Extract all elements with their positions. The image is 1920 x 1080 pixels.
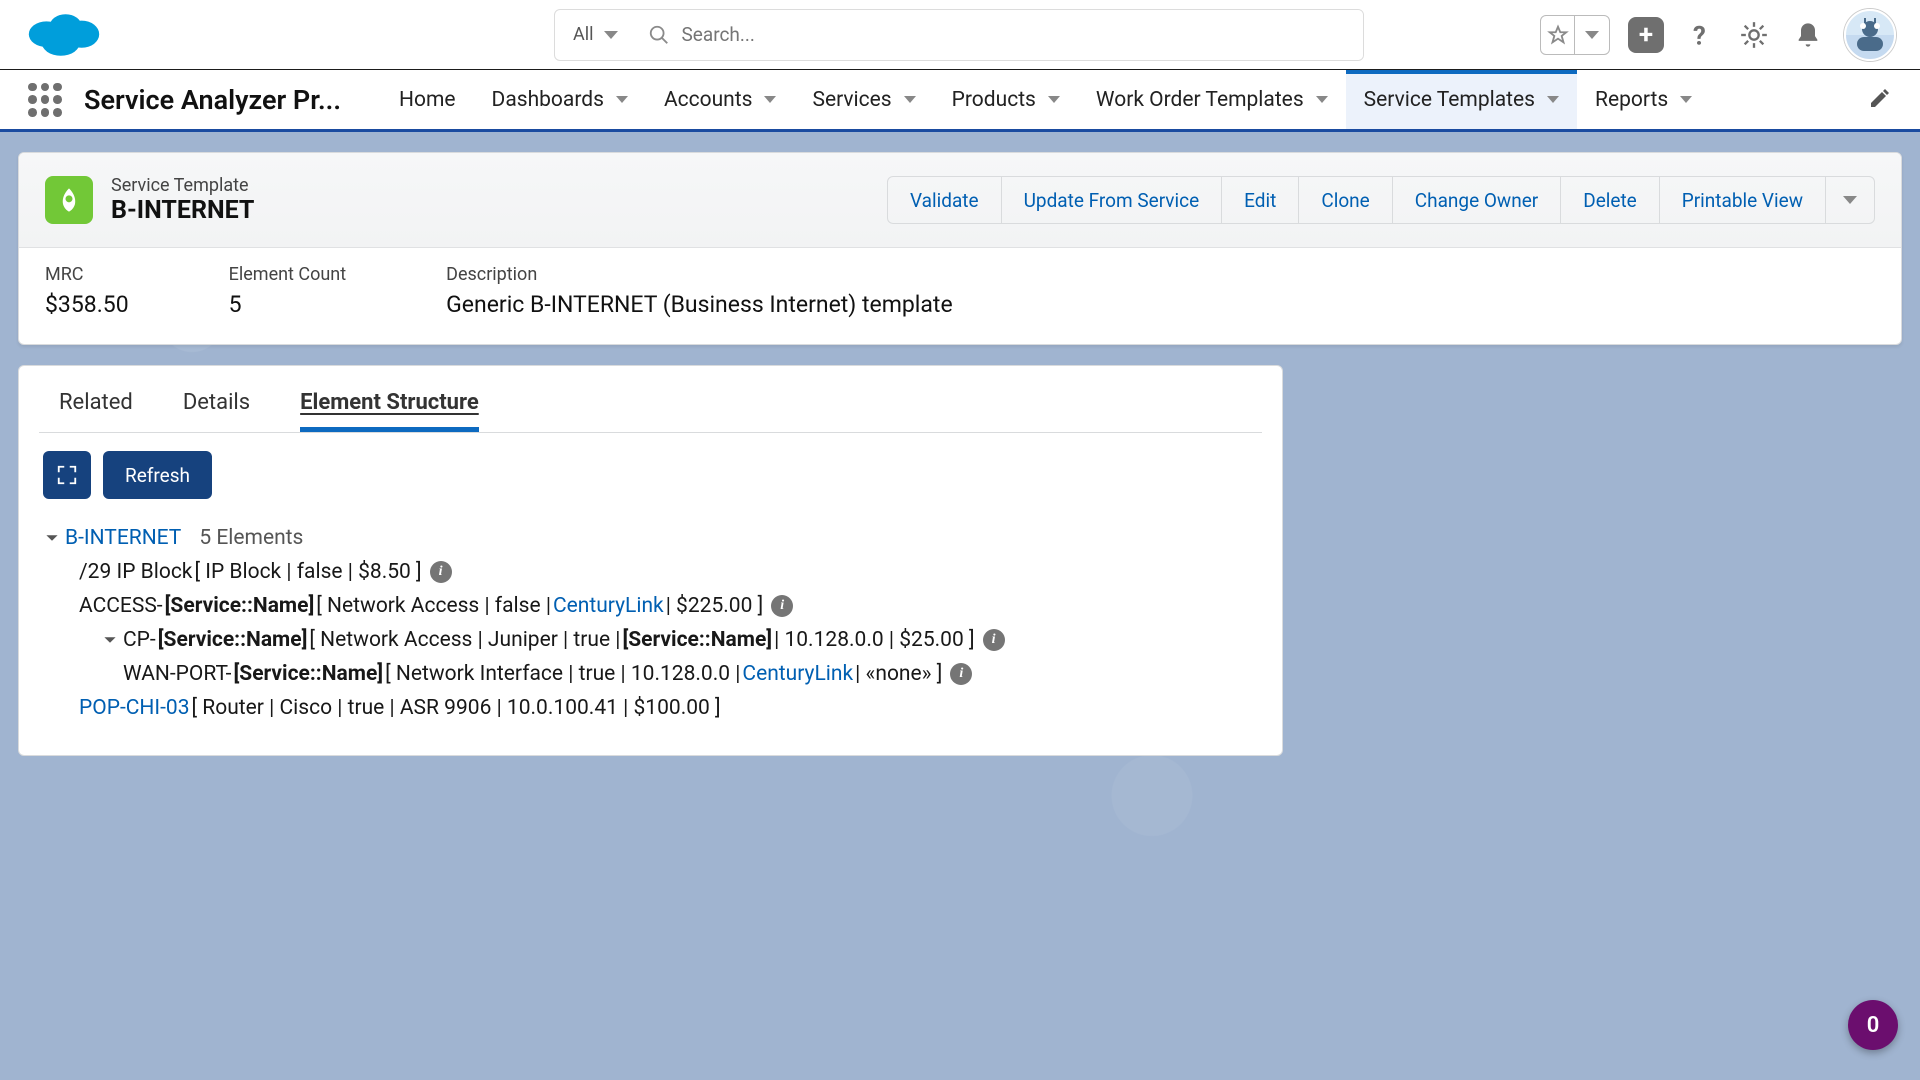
tree-item-cp: CP- [Service::Name] [ Network Access | J… (43, 623, 1258, 657)
setup-gear-icon[interactable] (1736, 17, 1772, 53)
global-header: All + ? (0, 0, 1920, 70)
chevron-down-icon (904, 96, 916, 103)
chevron-down-icon (1843, 196, 1857, 204)
nav-services[interactable]: Services (794, 70, 933, 129)
nav-work-order-templates[interactable]: Work Order Templates (1078, 70, 1346, 129)
expand-icon (56, 464, 78, 486)
edit-nav-pencil-icon[interactable] (1868, 86, 1892, 114)
nav-accounts[interactable]: Accounts (646, 70, 795, 129)
tree-item-tail: [ Router | Cisco | true | ASR 9906 | 10.… (192, 691, 721, 725)
info-icon[interactable]: i (771, 595, 793, 617)
nav-products[interactable]: Products (934, 70, 1078, 129)
record-header-card: Service Template B-INTERNET Validate Upd… (18, 152, 1902, 345)
action-change-owner[interactable]: Change Owner (1393, 177, 1561, 223)
chevron-down-icon (764, 96, 776, 103)
record-type-icon (45, 176, 93, 224)
tree-item-tail: | «none» ] (855, 657, 942, 691)
page-body: Service Template B-INTERNET Validate Upd… (0, 132, 1920, 1080)
star-icon (1547, 24, 1569, 46)
tab-element-structure[interactable]: Element Structure (300, 390, 479, 432)
tree-toggle[interactable] (43, 529, 61, 547)
notifications-bell-icon[interactable] (1790, 17, 1826, 53)
expand-all-button[interactable] (43, 451, 91, 499)
tree-token: [Service::Name] (233, 657, 383, 691)
tree-item-link[interactable]: POP-CHI-03 (79, 691, 190, 725)
action-more-dropdown[interactable] (1826, 177, 1874, 223)
salesforce-logo[interactable] (24, 7, 104, 63)
tree-vendor-link[interactable]: CenturyLink (742, 657, 853, 691)
chevron-down-icon (1680, 96, 1692, 103)
chevron-down-icon (1316, 96, 1328, 103)
action-edit[interactable]: Edit (1222, 177, 1299, 223)
tree-item-mid: [ Network Interface | true | 10.128.0.0 … (385, 657, 740, 691)
tabset: Related Details Element Structure (39, 366, 1262, 433)
tree-item-tail: | 10.128.0.0 | $25.00 ] (774, 623, 974, 657)
tree-item-mid: [ Network Access | Juniper | true | (309, 623, 620, 657)
chevron-down-icon (1048, 96, 1060, 103)
field-description: Description Generic B-INTERNET (Business… (446, 264, 953, 318)
nav-home[interactable]: Home (381, 70, 474, 129)
detail-card: Related Details Element Structure Refres… (18, 365, 1283, 756)
tree-root: B-INTERNET 5 Elements (43, 521, 1258, 555)
nav-dashboards[interactable]: Dashboards (474, 70, 646, 129)
action-clone[interactable]: Clone (1299, 177, 1392, 223)
tree-token: [Service::Name] (165, 589, 315, 623)
info-icon[interactable]: i (983, 629, 1005, 651)
tree-item-access: ACCESS- [Service::Name] [ Network Access… (43, 589, 1258, 623)
tree-item-prefix: WAN-PORT- (123, 657, 231, 691)
chevron-down-icon (604, 31, 618, 39)
tree-item-wan-port: WAN-PORT- [Service::Name] [ Network Inte… (43, 657, 1258, 691)
search-icon (648, 24, 670, 46)
tree-item-prefix: ACCESS- (79, 589, 163, 623)
tree-item-prefix: CP- (123, 623, 156, 657)
tree-item-mid: [ Network Access | false | (316, 589, 551, 623)
action-update-from-service[interactable]: Update From Service (1002, 177, 1223, 223)
tree-item-ip-block: /29 IP Block [ IP Block | false | $8.50 … (43, 555, 1258, 589)
nav-service-templates[interactable]: Service Templates (1346, 70, 1577, 129)
search-input[interactable] (636, 10, 1364, 60)
action-printable-view[interactable]: Printable View (1660, 177, 1826, 223)
tree-toggle[interactable] (101, 631, 119, 649)
favorites-dropdown[interactable] (1540, 15, 1610, 55)
tab-details[interactable]: Details (183, 390, 250, 432)
record-actions: Validate Update From Service Edit Clone … (887, 176, 1875, 224)
action-delete[interactable]: Delete (1561, 177, 1660, 223)
chevron-down-icon (1547, 96, 1559, 103)
tree-root-count: 5 Elements (199, 521, 303, 555)
chevron-down-icon (616, 96, 628, 103)
action-validate[interactable]: Validate (888, 177, 1002, 223)
tree-item-pop: POP-CHI-03 [ Router | Cisco | true | ASR… (43, 691, 1258, 725)
global-search: All (554, 9, 1364, 61)
field-element-count: Element Count 5 (229, 264, 347, 318)
global-add-button[interactable]: + (1628, 17, 1664, 53)
tree-item-info: [ IP Block | false | $8.50 ] (194, 555, 421, 589)
nav-reports[interactable]: Reports (1577, 70, 1710, 129)
search-scope-label: All (573, 24, 594, 45)
info-icon[interactable]: i (950, 663, 972, 685)
app-nav-bar: Service Analyzer Pr... Home Dashboards A… (0, 70, 1920, 132)
tree-root-name[interactable]: B-INTERNET (65, 521, 181, 555)
search-scope-dropdown[interactable]: All (555, 10, 636, 60)
tab-related[interactable]: Related (59, 390, 133, 432)
info-icon[interactable]: i (430, 561, 452, 583)
svg-text:?: ? (1693, 21, 1706, 49)
utility-fab[interactable]: 0 (1848, 1000, 1898, 1050)
app-launcher-icon[interactable] (28, 83, 62, 117)
record-name: B-INTERNET (111, 196, 254, 225)
tree-vendor-link[interactable]: CenturyLink (553, 589, 664, 623)
tree-item-name: /29 IP Block (79, 555, 192, 589)
tree-token: [Service::Name] (622, 623, 772, 657)
help-icon[interactable]: ? (1682, 17, 1718, 53)
element-tree: B-INTERNET 5 Elements /29 IP Block [ IP … (39, 517, 1262, 729)
field-mrc: MRC $358.50 (45, 264, 129, 318)
app-title: Service Analyzer Pr... (84, 84, 341, 116)
chevron-down-icon (1585, 31, 1599, 39)
tree-item-tail: | $225.00 ] (666, 589, 763, 623)
tree-token: [Service::Name] (158, 623, 308, 657)
record-object-label: Service Template (111, 175, 254, 196)
refresh-button[interactable]: Refresh (103, 451, 212, 499)
user-avatar[interactable] (1844, 9, 1896, 61)
